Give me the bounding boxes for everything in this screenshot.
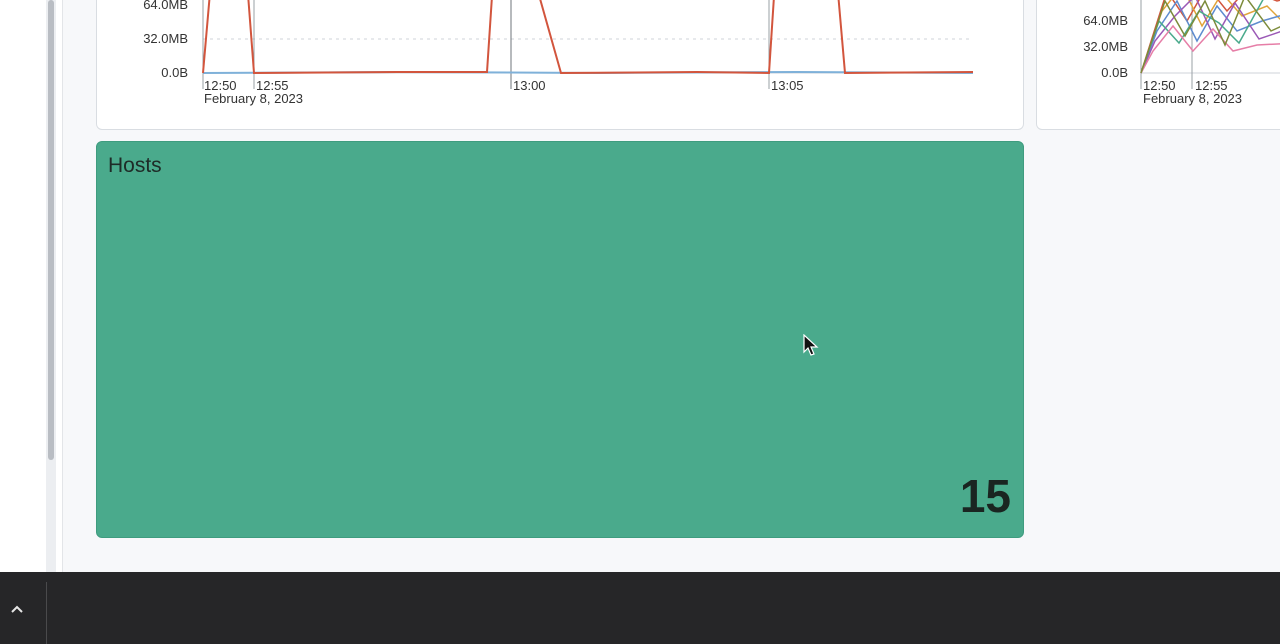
- hosts-count: 15: [959, 470, 1011, 522]
- chevron-up-icon[interactable]: [0, 572, 34, 644]
- scrollbar-thumb[interactable]: [48, 0, 54, 460]
- series-line-memory: [202, 0, 974, 75]
- memory-chart-secondary: 64.0MB 32.0MB 0.0B 12:50 12:55 February …: [1083, 0, 1280, 106]
- y-tick-label: 32.0MB: [143, 31, 188, 46]
- taskbar-divider: [46, 582, 47, 644]
- y-tick-label: 64.0MB: [1083, 13, 1128, 28]
- y-tick-label: 32.0MB: [1083, 39, 1128, 54]
- x-tick-label: 13:05: [771, 78, 804, 93]
- x-tick-label: 13:00: [513, 78, 546, 93]
- series-lines: [1140, 0, 1280, 74]
- mouse-cursor-icon: [803, 334, 819, 356]
- memory-chart: 64.0MB 32.0MB 0.0B 12:50 12:55 13:00 13:…: [143, 0, 974, 106]
- y-tick-label: 0.0B: [161, 65, 188, 80]
- left-rail: [0, 0, 63, 572]
- x-date-label: February 8, 2023: [204, 91, 303, 106]
- taskbar: [0, 572, 1280, 644]
- x-date-label: February 8, 2023: [1143, 91, 1242, 106]
- memory-chart-panel: 64.0MB 32.0MB 0.0B 12:50 12:55 13:00 13:…: [96, 0, 1024, 130]
- y-tick-label: 64.0MB: [143, 0, 188, 12]
- y-tick-label: 0.0B: [1101, 65, 1128, 80]
- hosts-title: Hosts: [108, 154, 162, 177]
- memory-chart-panel-secondary: 64.0MB 32.0MB 0.0B 12:50 12:55 February …: [1036, 0, 1280, 130]
- hosts-stat-panel[interactable]: Hosts 15: [96, 141, 1024, 538]
